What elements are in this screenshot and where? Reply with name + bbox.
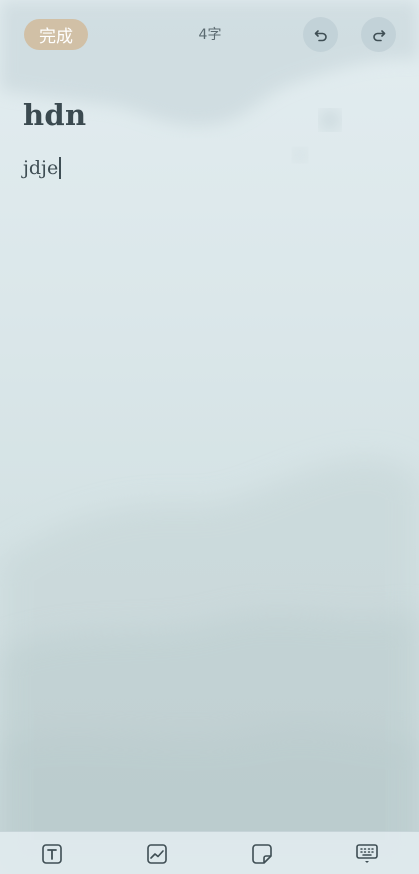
top-toolbar: 完成 4字 [0, 0, 419, 70]
bottom-toolbar [0, 831, 419, 874]
note-body-editor[interactable]: jdje [23, 157, 61, 179]
sticky-note-icon [252, 844, 272, 864]
word-count: 4字 [198, 27, 222, 43]
text-format-icon [42, 844, 62, 864]
text-cursor [59, 157, 61, 179]
redo-button[interactable] [361, 17, 396, 52]
keyboard-hide-icon [356, 844, 378, 863]
sticky-note-button[interactable] [248, 840, 276, 868]
note-title[interactable]: hdn [23, 98, 86, 132]
undo-icon [314, 29, 327, 41]
undo-button[interactable] [303, 17, 338, 52]
note-body-text: jdje [23, 157, 59, 179]
image-icon [147, 844, 167, 864]
insert-image-button[interactable] [143, 840, 171, 868]
redo-icon [372, 29, 385, 41]
done-button[interactable]: 完成 [24, 19, 88, 50]
text-format-button[interactable] [38, 840, 66, 868]
hide-keyboard-button[interactable] [353, 840, 381, 868]
